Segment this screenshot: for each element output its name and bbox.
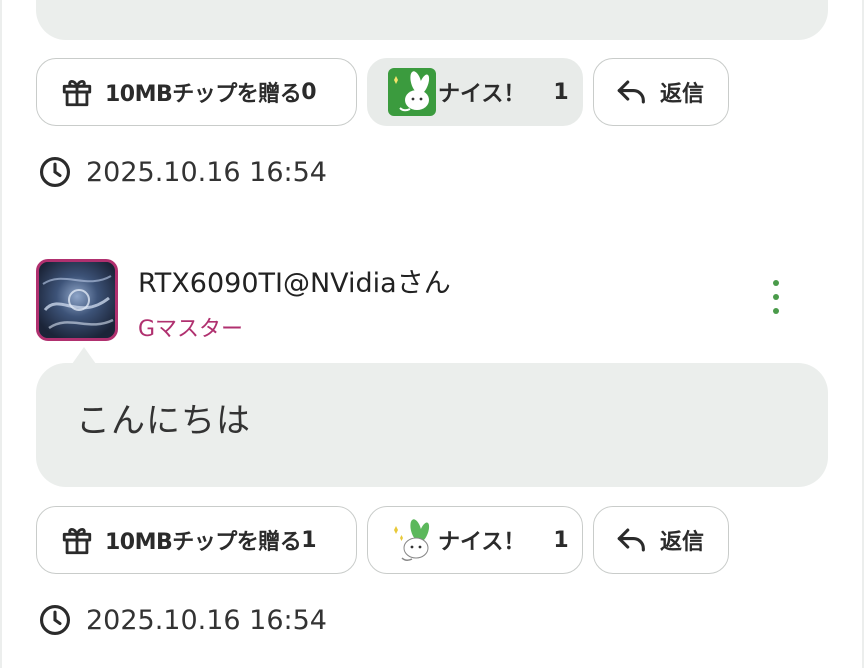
gift-icon xyxy=(59,522,95,558)
nice-button-label: ナイス！ xyxy=(438,82,526,107)
gift-icon xyxy=(59,74,95,110)
avatar[interactable] xyxy=(36,259,118,341)
nice-button[interactable]: ナイス！ 1 xyxy=(367,58,583,126)
author-rank: Gマスター xyxy=(138,317,244,342)
gift-button-label: 10MBチップを贈る xyxy=(105,82,302,107)
author-name[interactable]: RTX6090TI@NVidiaさん xyxy=(138,261,451,300)
reply-icon xyxy=(614,522,650,558)
left-edge xyxy=(0,0,2,668)
reply-icon xyxy=(614,74,650,110)
gift-button-label: 10MBチップを贈る xyxy=(105,530,302,555)
nice-count: 1 xyxy=(553,527,569,553)
reply-button-label: 返信 xyxy=(660,82,705,107)
timestamp-text: 2025.10.16 16:54 xyxy=(86,604,327,636)
gift-count: 0 xyxy=(301,79,317,105)
nice-button[interactable]: ナイス！ 1 xyxy=(367,506,583,574)
reply-button[interactable]: 返信 xyxy=(593,506,729,574)
reply-button-label: 返信 xyxy=(660,530,705,555)
gift-count: 1 xyxy=(301,527,317,553)
gift-chip-button[interactable]: 10MBチップを贈る 1 xyxy=(36,506,357,574)
message-text: こんにちは xyxy=(76,401,251,441)
post-timestamp: 2025.10.16 16:54 xyxy=(38,155,327,189)
clock-icon xyxy=(38,603,72,637)
nice-button-label: ナイス！ xyxy=(438,530,526,555)
nice-count: 1 xyxy=(553,79,569,105)
more-vert-icon[interactable] xyxy=(765,280,787,314)
post-timestamp: 2025.10.16 16:54 xyxy=(38,603,327,637)
nice-rabbit-icon xyxy=(388,68,436,116)
reply-button[interactable]: 返信 xyxy=(593,58,729,126)
bubble-tail xyxy=(72,347,96,364)
timestamp-text: 2025.10.16 16:54 xyxy=(86,156,327,188)
message-bubble xyxy=(36,0,828,40)
nice-rabbit-icon xyxy=(388,516,436,564)
clock-icon xyxy=(38,155,72,189)
message-bubble: こんにちは xyxy=(36,347,828,487)
gift-chip-button[interactable]: 10MBチップを贈る 0 xyxy=(36,58,357,126)
avatar-image xyxy=(39,262,115,338)
